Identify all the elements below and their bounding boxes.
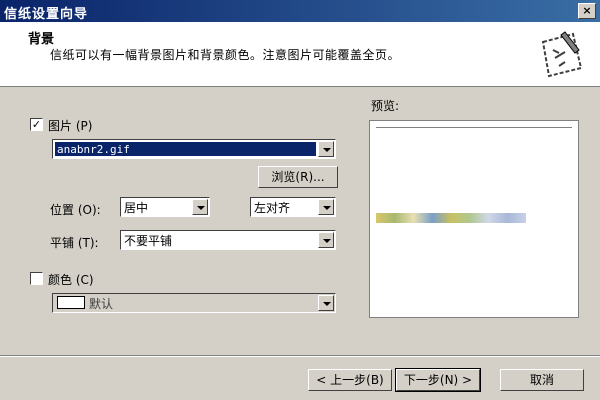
picture-label: 图片 (P) bbox=[48, 119, 93, 133]
color-checkbox[interactable] bbox=[30, 272, 43, 285]
position-label: 位置 (O): bbox=[50, 203, 101, 217]
window-title: 信纸设置向导 bbox=[4, 7, 89, 22]
picture-file-combo[interactable]: anabnr2.gif bbox=[52, 139, 336, 159]
button-separator bbox=[0, 355, 600, 357]
cancel-button[interactable]: 取消 bbox=[500, 369, 584, 391]
chevron-down-icon[interactable] bbox=[318, 199, 334, 215]
chevron-down-icon[interactable] bbox=[318, 295, 334, 311]
page-description: 信纸可以有一幅背景图片和背景颜色。注意图片可能覆盖全页。 bbox=[50, 48, 401, 62]
close-button[interactable]: × bbox=[578, 3, 596, 19]
preview-divider bbox=[376, 127, 572, 128]
browse-button[interactable]: 浏览(R)... bbox=[258, 166, 338, 188]
color-combo[interactable]: 默认 bbox=[52, 293, 336, 313]
tile-combo[interactable]: 不要平铺 bbox=[120, 230, 336, 250]
chevron-down-icon[interactable] bbox=[318, 141, 334, 157]
preview-banner-image bbox=[376, 213, 526, 223]
picture-checkbox[interactable]: ✓ bbox=[30, 118, 43, 131]
position-combo[interactable]: 居中 bbox=[120, 197, 210, 217]
title-bar: 信纸设置向导 × bbox=[0, 0, 600, 22]
chevron-down-icon[interactable] bbox=[318, 232, 334, 248]
alignment-combo[interactable]: 左对齐 bbox=[250, 197, 336, 217]
next-button[interactable]: 下一步(N) > bbox=[395, 368, 481, 392]
preview-pane bbox=[369, 120, 579, 318]
color-swatch bbox=[57, 296, 85, 309]
stationery-wizard-icon bbox=[541, 31, 583, 78]
page-title: 背景 bbox=[28, 32, 55, 47]
preview-label: 预览: bbox=[371, 99, 400, 113]
back-button[interactable]: < 上一步(B) bbox=[308, 369, 392, 391]
picture-file-value: anabnr2.gif bbox=[55, 142, 316, 156]
wizard-header: 背景 信纸可以有一幅背景图片和背景颜色。注意图片可能覆盖全页。 bbox=[0, 22, 600, 87]
tile-label: 平铺 (T): bbox=[50, 236, 99, 250]
chevron-down-icon[interactable] bbox=[192, 199, 208, 215]
color-label: 颜色 (C) bbox=[48, 273, 94, 287]
